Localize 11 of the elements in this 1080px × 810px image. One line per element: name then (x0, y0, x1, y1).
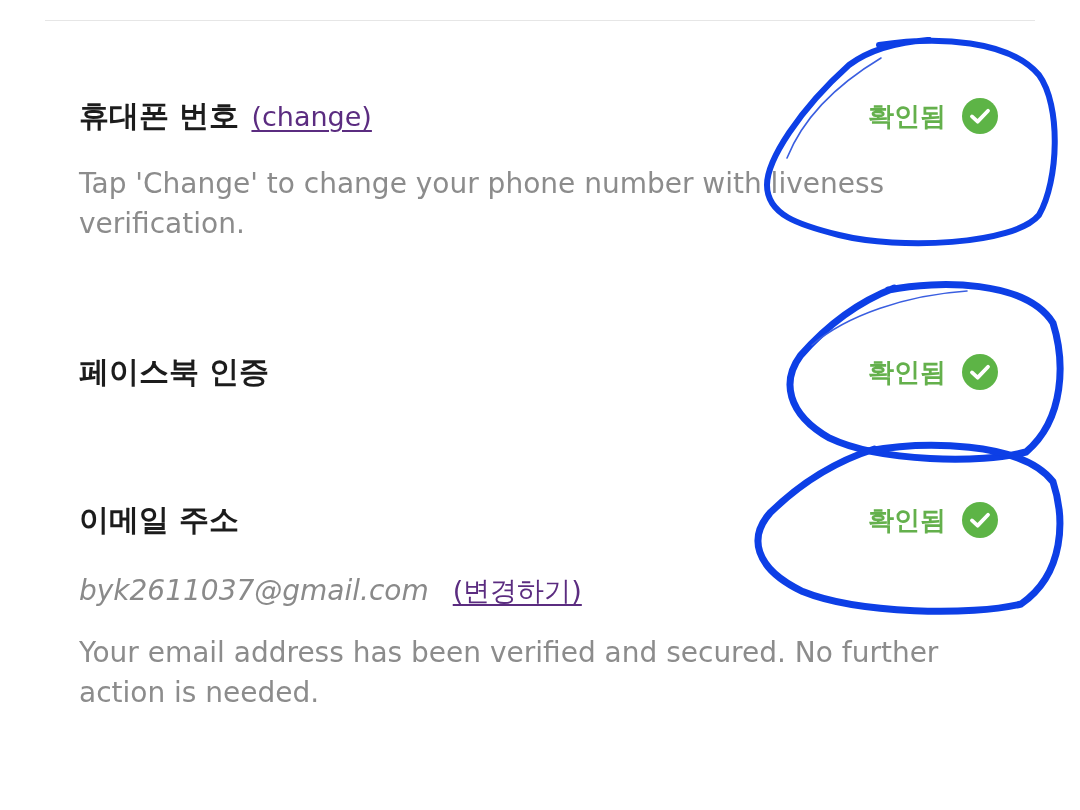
description-text: Your email address has been verified and secured. No further action is needed. (79, 635, 940, 711)
email-address: byk2611037@gmail.com (79, 573, 429, 609)
status-label: 확인됨 (868, 504, 946, 537)
change-link[interactable]: (변경하기) (452, 571, 582, 611)
description-text: Tap 'Change' to change your phone number with liveness verification. (79, 166, 886, 242)
status-label: 확인됨 (868, 356, 946, 389)
setting-title: 페이스북 인증 (79, 353, 270, 391)
change-link[interactable]: (change) (251, 96, 372, 137)
setting-title: 휴대폰 번호 (79, 96, 240, 135)
setting-title: 이메일 주소 (79, 501, 240, 539)
status-label: 확인됨 (868, 100, 946, 133)
